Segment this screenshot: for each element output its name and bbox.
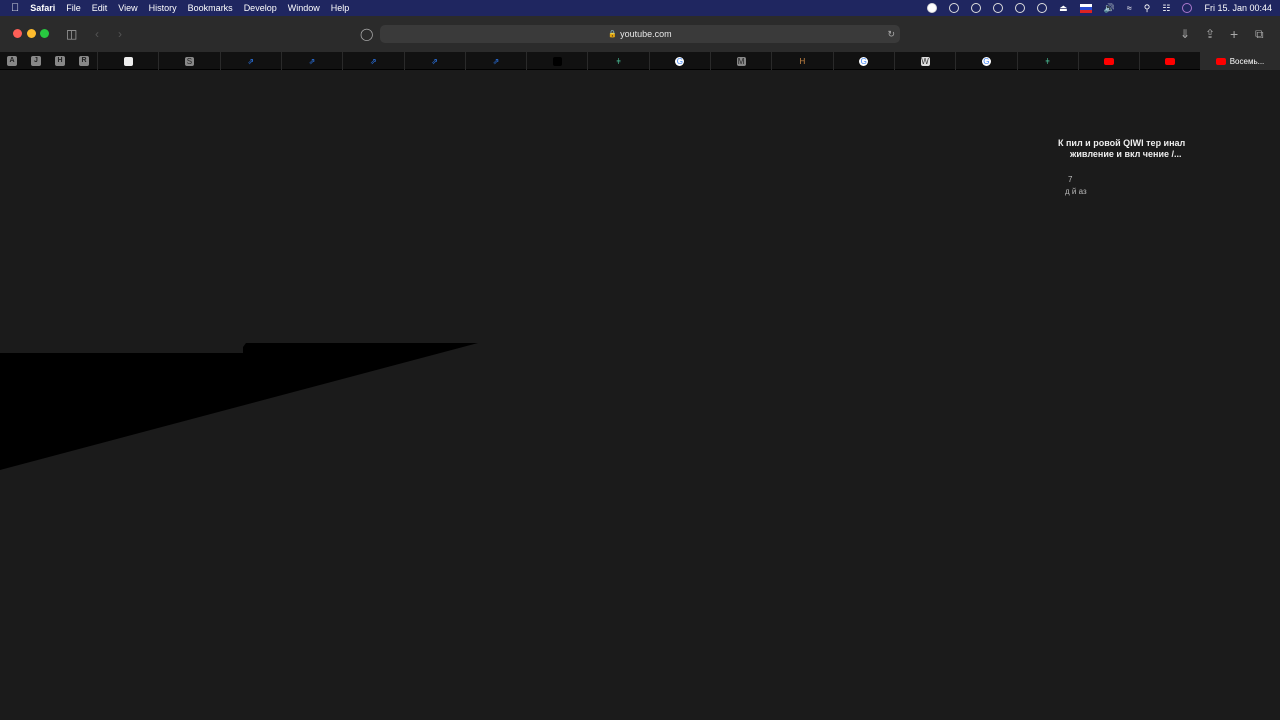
video-meta-line: д й аз	[1065, 187, 1087, 196]
video-title-line: живление и вкл чение /...	[1070, 149, 1182, 159]
video-frame-artifact	[0, 343, 478, 470]
video-meta-line: 7	[1068, 175, 1073, 184]
black-shape	[0, 343, 478, 470]
video-info[interactable]: К пил и ровой QIWI тер инал живление и в…	[1058, 138, 1185, 160]
video-meta: 7 д й аз	[1065, 174, 1087, 198]
video-title-line: К пил и ровой QIWI тер инал	[1058, 138, 1186, 148]
